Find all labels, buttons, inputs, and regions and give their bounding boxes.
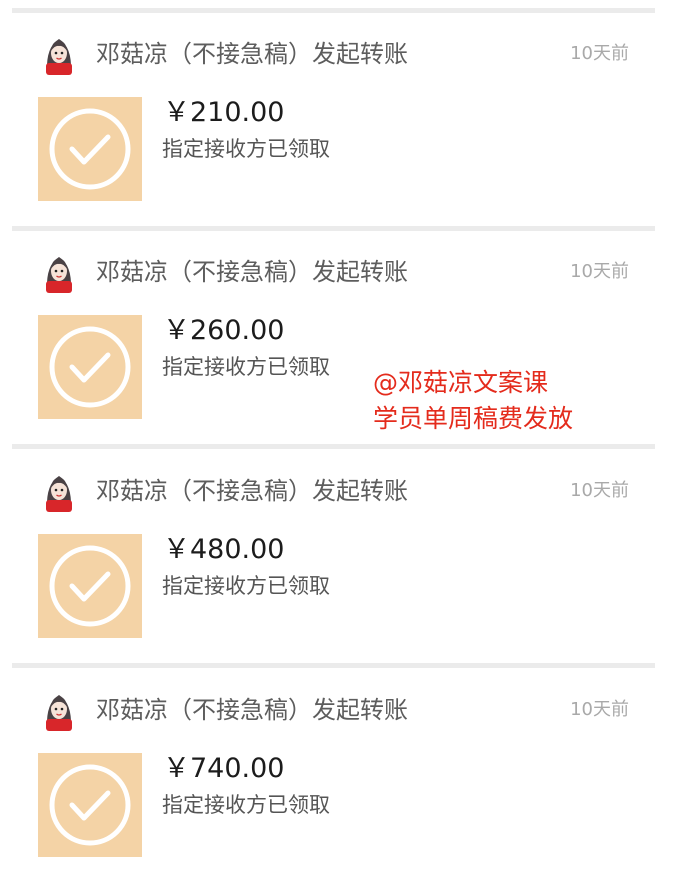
transfer-received-icon xyxy=(38,534,142,638)
divider xyxy=(12,663,655,668)
sender-title: 邓菇凉（不接急稿）发起转账 xyxy=(96,40,408,68)
avatar[interactable] xyxy=(38,470,80,512)
sender-title: 邓菇凉（不接急稿）发起转账 xyxy=(96,258,408,286)
timestamp: 10天前 xyxy=(570,699,629,720)
sender-title: 邓菇凉（不接急稿）发起转账 xyxy=(96,696,408,724)
sender-title: 邓菇凉（不接急稿）发起转账 xyxy=(96,477,408,505)
watermark-line-2: 学员单周稿费发放 xyxy=(373,404,574,433)
transfer-received-icon xyxy=(38,97,142,201)
avatar-girl-icon xyxy=(46,257,72,293)
transfer-status: 指定接收方已领取 xyxy=(162,355,330,379)
transfer-received-icon xyxy=(38,315,142,419)
transfer-card-4[interactable]: 邓菇凉（不接急稿）发起转账 10天前 ￥740.00 指定接收方已领取 xyxy=(0,669,695,879)
transfer-amount: ￥260.00 xyxy=(163,315,285,346)
transfer-status: 指定接收方已领取 xyxy=(162,574,330,598)
avatar[interactable] xyxy=(38,251,80,293)
timestamp: 10天前 xyxy=(570,261,629,282)
avatar[interactable] xyxy=(38,33,80,75)
transfer-card-1[interactable]: 邓菇凉（不接急稿）发起转账 10天前 ￥210.00 指定接收方已领取 xyxy=(0,13,695,223)
watermark-caption: @邓菇凉文案课 学员单周稿费发放 xyxy=(373,365,573,437)
transfer-card-3[interactable]: 邓菇凉（不接急稿）发起转账 10天前 ￥480.00 指定接收方已领取 xyxy=(0,450,695,660)
timestamp: 10天前 xyxy=(570,43,629,64)
avatar-girl-icon xyxy=(46,39,72,75)
avatar-girl-icon xyxy=(46,695,72,731)
avatar-girl-icon xyxy=(46,476,72,512)
timestamp: 10天前 xyxy=(570,480,629,501)
checkmark-circle-icon xyxy=(49,326,131,408)
transfer-status: 指定接收方已领取 xyxy=(162,793,330,817)
transfer-card-2[interactable]: 邓菇凉（不接急稿）发起转账 10天前 ￥260.00 指定接收方已领取 xyxy=(0,231,695,441)
checkmark-circle-icon xyxy=(49,764,131,846)
avatar[interactable] xyxy=(38,689,80,731)
transfer-amount: ￥210.00 xyxy=(163,97,285,128)
divider xyxy=(12,444,655,449)
transfer-amount: ￥480.00 xyxy=(163,534,285,565)
transfer-amount: ￥740.00 xyxy=(163,753,285,784)
checkmark-circle-icon xyxy=(49,545,131,627)
transfer-status: 指定接收方已领取 xyxy=(162,137,330,161)
checkmark-circle-icon xyxy=(49,108,131,190)
transfer-received-icon xyxy=(38,753,142,857)
watermark-line-1: @邓菇凉文案课 xyxy=(373,368,549,397)
